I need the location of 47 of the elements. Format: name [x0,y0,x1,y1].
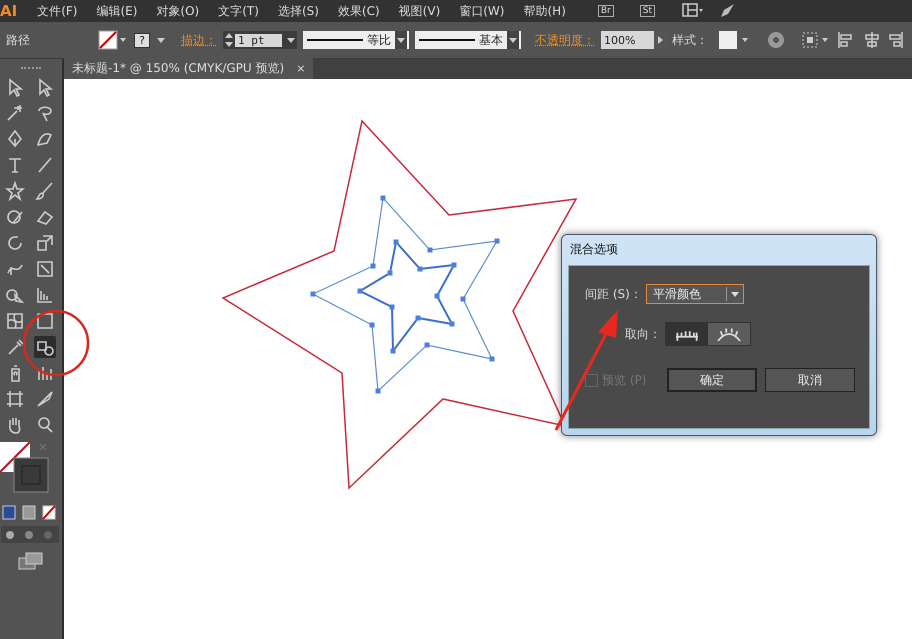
align-to-page-button[interactable] [666,323,708,345]
menu-item[interactable]: 视图(V) [398,2,440,20]
align-to-path-button[interactable] [708,323,750,345]
menu-item[interactable]: 选择(S) [278,2,319,20]
workspace-layout-icon[interactable] [682,3,704,19]
caret-icon [507,31,519,49]
panel-grip [21,67,41,72]
menu-item[interactable]: 效果(C) [338,2,380,20]
draw-mode-icon[interactable] [1,526,61,544]
stroke-weight-field[interactable]: 1 pt [223,31,297,49]
spacing-dropdown[interactable]: 平滑颜色 [646,284,744,304]
fill-swatch-dropdown[interactable]: ? [134,31,167,49]
spacing-label: 间距 (S)： [585,286,642,302]
blend-icon[interactable] [34,336,56,358]
align-to-icon[interactable] [800,30,830,50]
artboard-icon[interactable] [4,388,26,410]
recolor-icon[interactable] [766,30,786,50]
dialog-title: 混合选项 [569,241,619,258]
menu-item[interactable]: 窗口(W) [459,2,504,20]
selection-label: 路径 [6,32,30,48]
star-icon[interactable] [4,180,26,202]
menu-item[interactable]: 文字(T) [218,2,259,20]
app-button[interactable]: Br [598,5,614,17]
cancel-button[interactable]: 取消 [765,368,855,392]
stepper-arrows-icon[interactable] [223,31,235,49]
orientation-label: 取向： [625,326,661,342]
close-tab-button[interactable]: × [296,62,306,75]
menu-item[interactable]: 对象(O) [156,2,200,20]
align-right-icon[interactable] [888,30,904,50]
menu-item[interactable]: 文件(F) [37,2,78,20]
app-button[interactable]: St [640,5,655,17]
highlight-circle [21,308,91,378]
document-tab[interactable]: 未标题-1* @ 150% (CMYK/GPU 预览) × [64,58,314,79]
ok-button[interactable]: 确定 [667,368,757,392]
stroke-swatch-dropdown[interactable] [98,30,128,50]
style-label: 样式： [672,32,708,48]
caret-icon [395,31,407,49]
menu-item[interactable]: 帮助(H) [523,2,566,20]
menu-item[interactable]: 编辑(E) [96,2,138,20]
app-logo: AI [0,2,18,20]
free-transform-icon[interactable] [34,258,56,280]
variable-width-dropdown[interactable]: 等比 [303,31,409,49]
scale-icon[interactable] [34,232,56,254]
brush-dropdown[interactable]: 基本 [415,31,521,49]
screen-mode-icon[interactable] [18,552,44,570]
mesh-icon[interactable] [4,310,26,332]
opacity-field[interactable]: 100% [601,31,666,49]
